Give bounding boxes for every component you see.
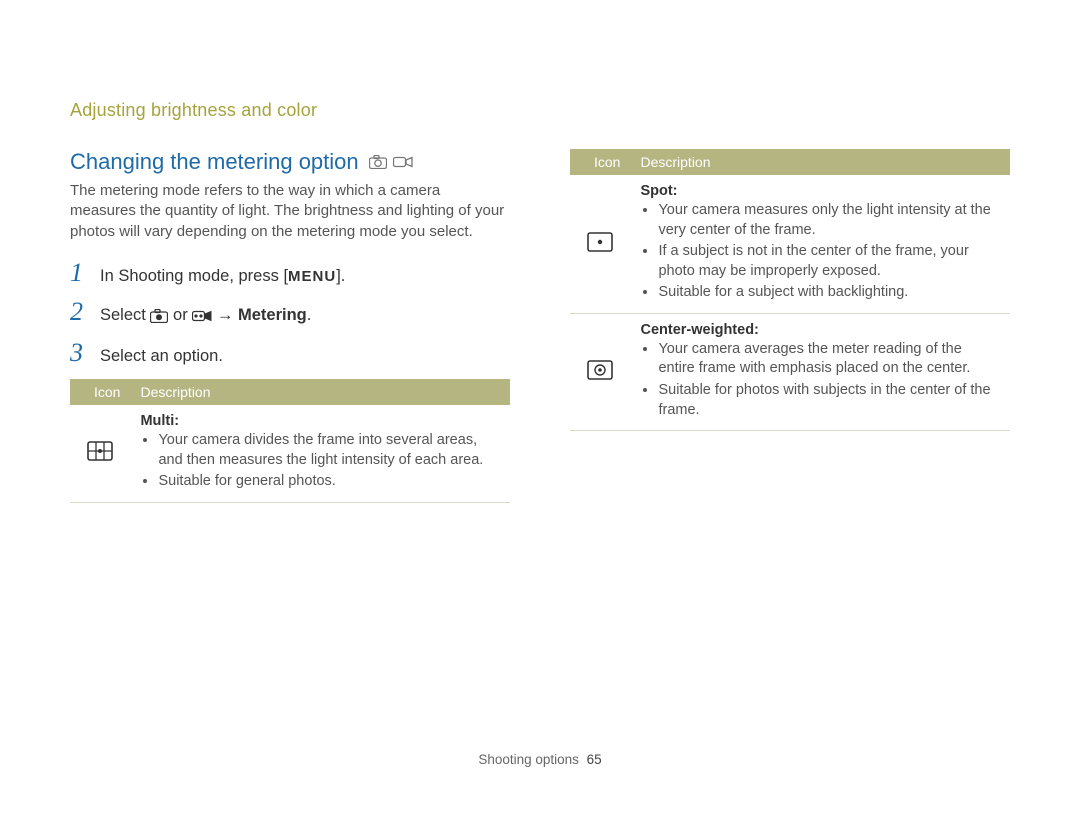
menu-button-label: MENU	[288, 266, 336, 289]
left-column: Changing the metering option The meterin…	[70, 149, 510, 503]
multi-description: Multi: Your camera divides the frame int…	[130, 405, 510, 502]
step-number: 3	[70, 340, 88, 366]
camera-icon	[369, 149, 387, 175]
step-text: Select an option.	[100, 344, 223, 369]
th-description: Description	[630, 149, 1010, 175]
section-heading: Changing the metering option	[70, 149, 510, 175]
steps-list: 1 In Shooting mode, press [MENU]. 2 Sele…	[70, 260, 510, 369]
step2-text-or: or	[173, 306, 192, 324]
two-column-layout: Changing the metering option The meterin…	[70, 149, 1010, 503]
step-number: 2	[70, 299, 88, 325]
camera-icon	[150, 306, 168, 331]
step-text: In Shooting mode, press [MENU].	[100, 264, 345, 289]
bullet: Suitable for general photos.	[158, 472, 500, 492]
th-description: Description	[130, 379, 510, 405]
option-title: Center-weighted:	[640, 322, 1000, 338]
right-column: Icon Description Spot: Your	[570, 149, 1010, 503]
center-description: Center-weighted: Your camera averages th…	[630, 313, 1010, 430]
footer-section: Shooting options	[478, 752, 579, 767]
table-row: Spot: Your camera measures only the ligh…	[570, 175, 1010, 313]
step2-dot: .	[307, 306, 312, 324]
breadcrumb: Adjusting brightness and color	[70, 100, 1010, 121]
table-row: Multi: Your camera divides the frame int…	[70, 405, 510, 502]
step2-metering-label: Metering	[238, 306, 307, 324]
step-text: Select or → Metering.	[100, 303, 311, 331]
step-1: 1 In Shooting mode, press [MENU].	[70, 260, 510, 289]
bullet: If a subject is not in the center of the…	[658, 242, 1000, 281]
step1-text-b: ].	[336, 267, 345, 285]
multi-metering-icon	[70, 405, 130, 502]
spot-description: Spot: Your camera measures only the ligh…	[630, 175, 1010, 313]
page-number: 65	[587, 752, 602, 767]
step-number: 1	[70, 260, 88, 286]
section-title: Changing the metering option	[70, 149, 359, 175]
camcorder-icon	[192, 306, 212, 331]
camcorder-icon	[393, 149, 413, 175]
mode-icons	[369, 149, 413, 175]
bullet: Your camera averages the meter reading o…	[658, 340, 1000, 379]
spot-metering-icon	[570, 175, 630, 313]
th-icon: Icon	[70, 379, 130, 405]
step2-text-a: Select	[100, 306, 150, 324]
step2-arrow: →	[217, 306, 238, 324]
step1-text-a: In Shooting mode, press [	[100, 267, 288, 285]
center-weighted-icon	[570, 313, 630, 430]
metering-table-right: Icon Description Spot: Your	[570, 149, 1010, 431]
page-footer: Shooting options 65	[0, 752, 1080, 767]
step-3: 3 Select an option.	[70, 340, 510, 369]
option-title: Spot:	[640, 183, 1000, 199]
metering-table-left: Icon Description Multi: Your	[70, 379, 510, 503]
bullet: Your camera measures only the light inte…	[658, 201, 1000, 240]
manual-page: Adjusting brightness and color Changing …	[0, 0, 1080, 815]
bullet: Your camera divides the frame into sever…	[158, 431, 500, 470]
intro-paragraph: The metering mode refers to the way in w…	[70, 181, 510, 242]
step-2: 2 Select or → Metering.	[70, 299, 510, 331]
bullet: Suitable for a subject with backlighting…	[658, 283, 1000, 303]
th-icon: Icon	[570, 149, 630, 175]
table-row: Center-weighted: Your camera averages th…	[570, 313, 1010, 430]
bullet: Suitable for photos with subjects in the…	[658, 381, 1000, 420]
option-title: Multi:	[140, 413, 500, 429]
